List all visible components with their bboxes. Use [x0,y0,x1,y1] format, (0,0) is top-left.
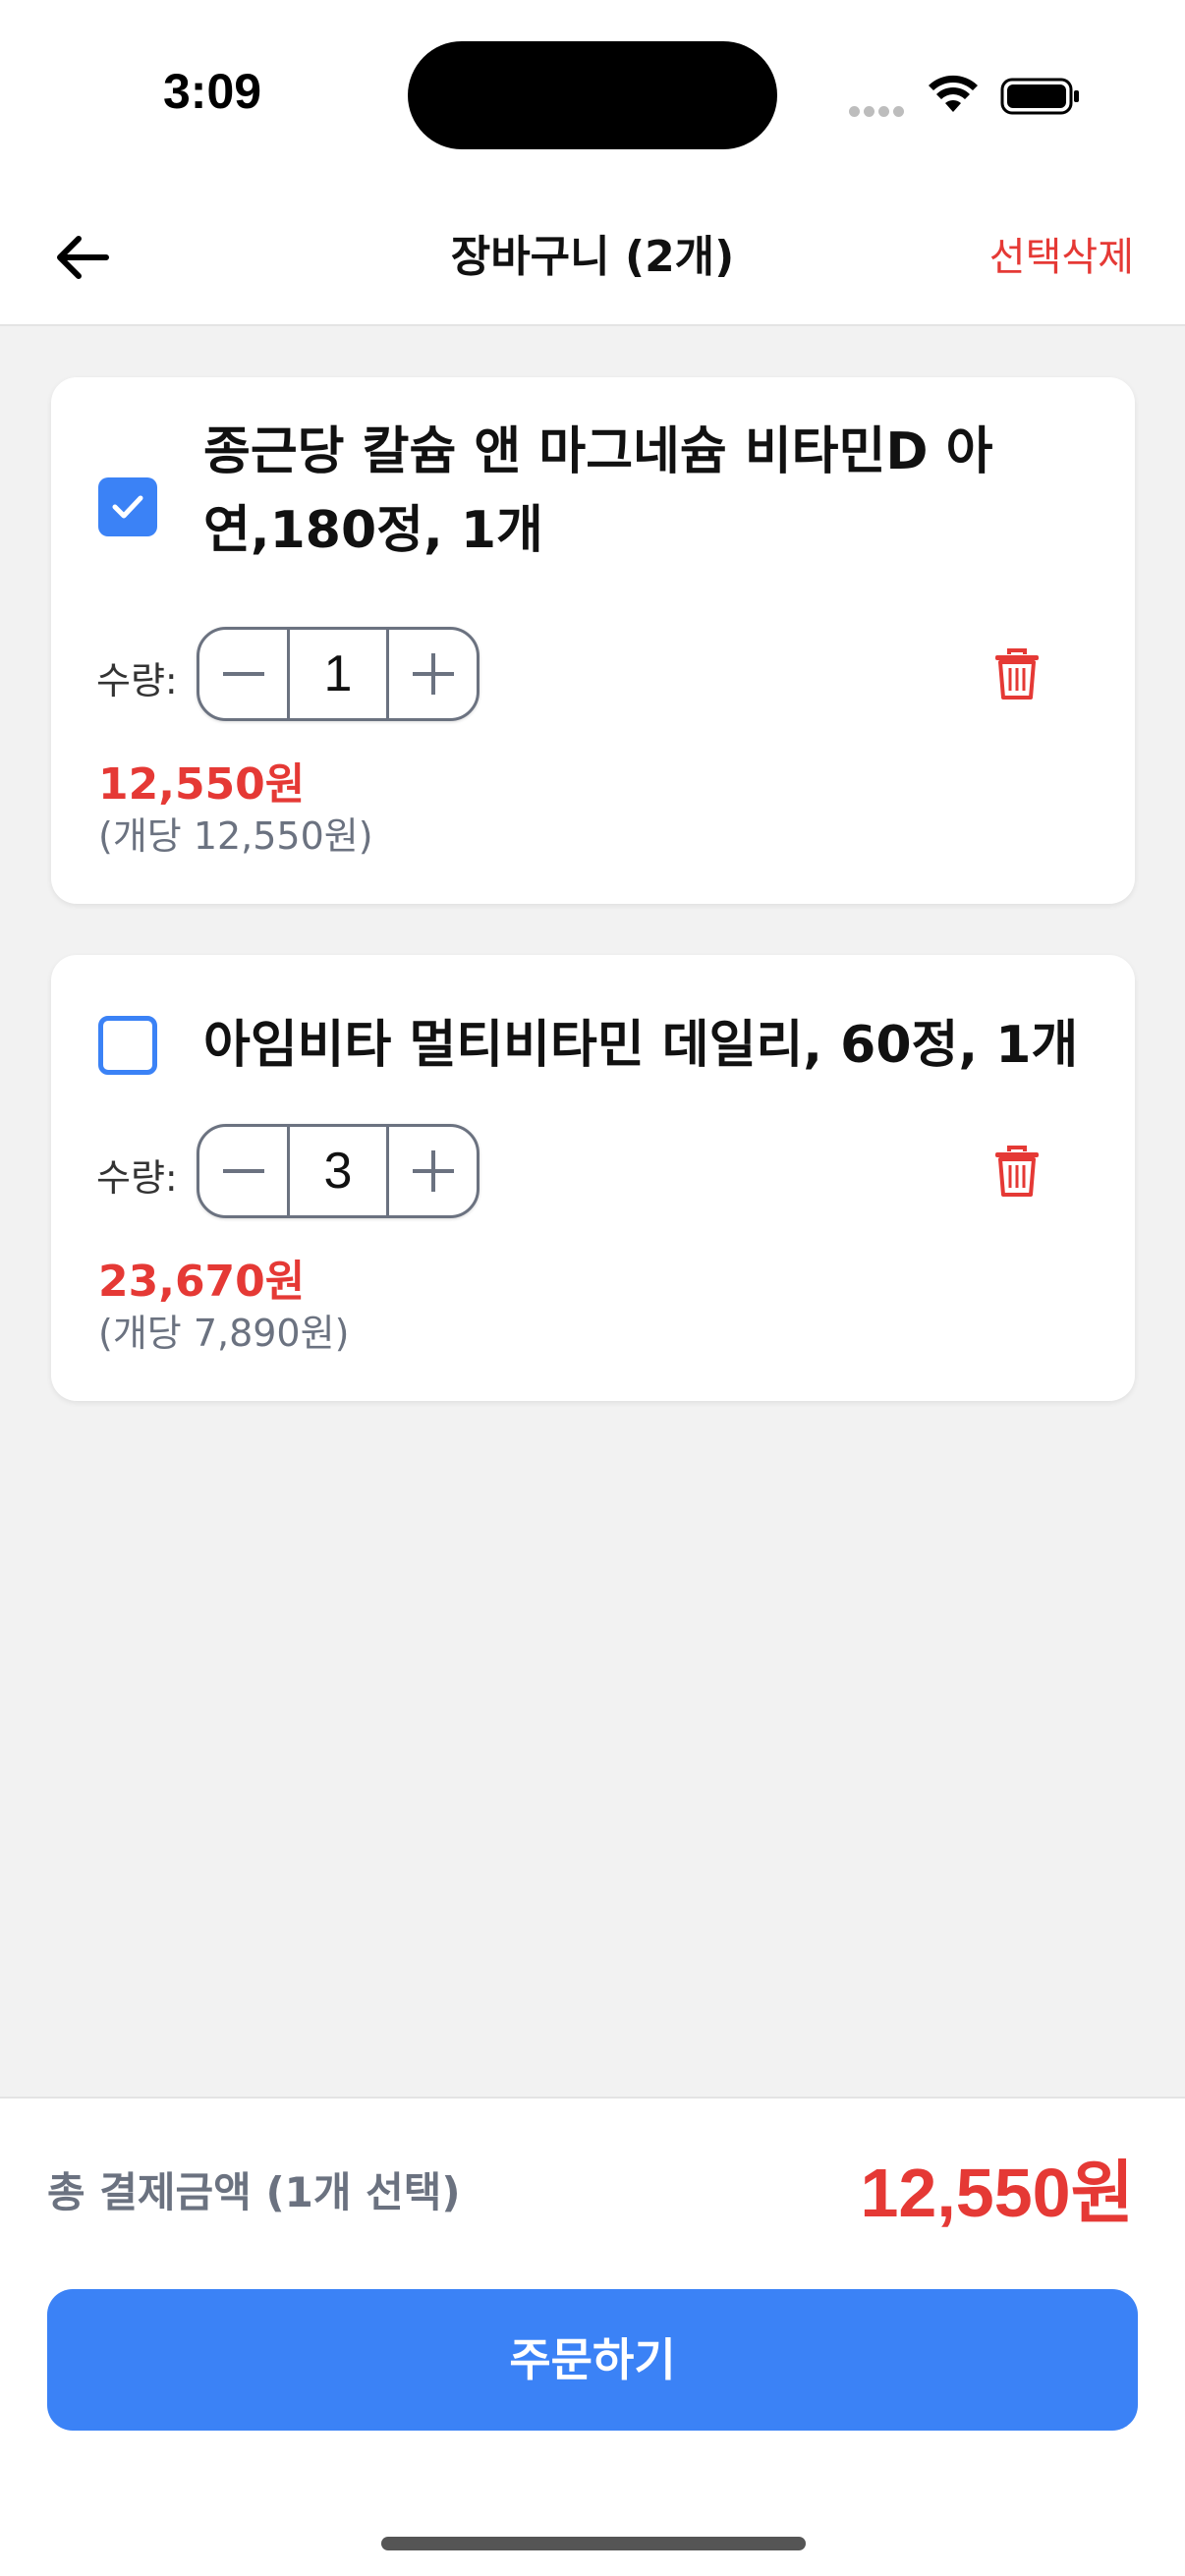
quantity-stepper: 1 [197,627,480,721]
quantity-label: 수량: [96,659,178,702]
order-button[interactable]: 주문하기 [47,2289,1138,2431]
quantity-stepper: 3 [197,1124,480,1218]
decrease-quantity-button[interactable] [199,630,290,718]
quantity-value: 1 [323,645,353,702]
cart-item-card: 종근당 칼슘 앤 마그네슘 비타민D 아연,180정, 1개 수량: 1 12,… [51,377,1135,904]
increase-quantity-button[interactable] [386,630,477,718]
wifi-icon [929,75,978,112]
item-total-price: 12,550원 [98,759,306,810]
trash-icon[interactable] [993,648,1041,700]
total-payment-label: 총 결제금액 (1개 선택) [47,2168,461,2216]
checkout-bar: 총 결제금액 (1개 선택) 12,550원 주문하기 [0,2097,1185,2576]
total-payment-amount: 12,550원 [860,2155,1134,2231]
quantity-label: 수량: [96,1156,178,1200]
dynamic-island [408,41,777,149]
cart-item-card: 아임비타 멀티비타민 데일리, 60정, 1개 수량: 3 23,670원 (개… [51,955,1135,1401]
item-name: 아임비타 멀티비타민 데일리, 60정, 1개 [203,1016,1079,1075]
increase-quantity-button[interactable] [386,1127,477,1215]
cellular-signal-icon [849,102,908,121]
item-checkbox-checked[interactable] [98,477,157,536]
item-unit-price: (개당 7,890원) [98,1312,350,1355]
home-indicator[interactable] [381,2537,806,2550]
app-header: 장바구니 (2개) 선택삭제 [0,196,1185,326]
quantity-value: 3 [323,1143,353,1200]
battery-icon [1000,78,1079,115]
item-name: 종근당 칼슘 앤 마그네슘 비타민D 아연,180정, 1개 [203,422,993,560]
trash-icon[interactable] [993,1146,1041,1197]
item-unit-price: (개당 12,550원) [98,814,373,858]
decrease-quantity-button[interactable] [199,1127,290,1215]
checkmark-icon [112,495,143,519]
item-checkbox-unchecked[interactable] [98,1016,157,1075]
status-time: 3:09 [163,64,262,119]
status-bar: 3:09 [0,0,1185,196]
delete-selected-button[interactable]: 선택삭제 [989,226,1134,289]
item-total-price: 23,670원 [98,1257,306,1307]
